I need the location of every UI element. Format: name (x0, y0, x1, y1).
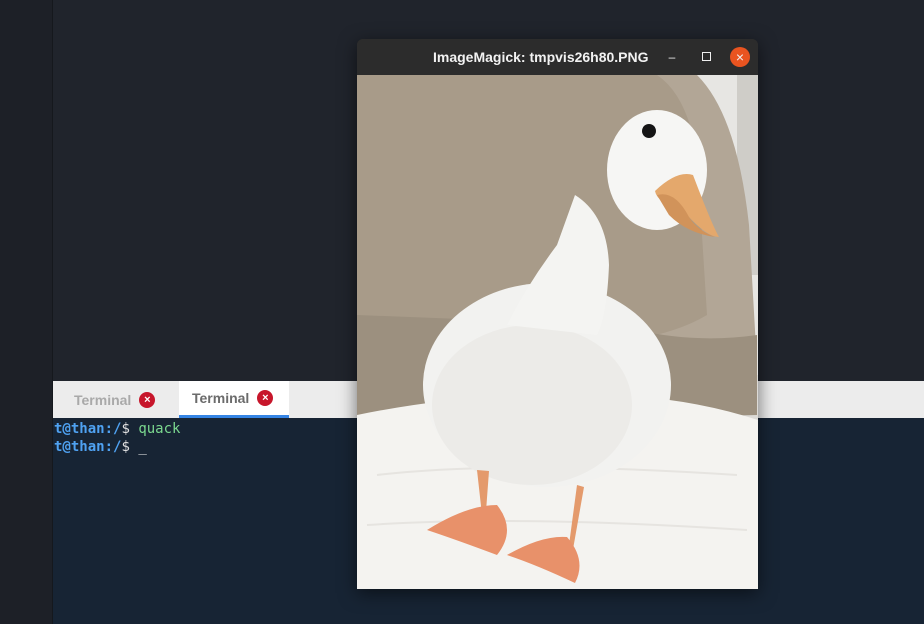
close-icon[interactable]: × (730, 47, 750, 67)
tab-close-icon[interactable]: × (139, 391, 156, 408)
prompt-symbol: $ (121, 421, 130, 437)
imagemagick-window[interactable]: ImageMagick: tmpvis26h80.PNG – × (357, 39, 758, 589)
terminal-line: t@than:/$ quack (54, 420, 180, 438)
maximize-icon[interactable] (697, 48, 715, 66)
terminal-tab-1[interactable]: Terminal × (53, 381, 179, 418)
window-titlebar[interactable]: ImageMagick: tmpvis26h80.PNG – × (357, 39, 758, 75)
command-text: quack (138, 421, 181, 437)
prompt-user: t@than:/ (54, 439, 122, 455)
tab-close-icon[interactable]: × (257, 390, 274, 406)
prompt-symbol: $ (121, 439, 130, 455)
prompt-user: t@than:/ (54, 421, 122, 437)
cursor: _ (138, 439, 147, 455)
window-title: ImageMagick: tmpvis26h80.PNG (433, 49, 649, 65)
side-panel (0, 0, 53, 624)
terminal-tab-2[interactable]: Terminal × (179, 381, 289, 418)
duck-photo (357, 75, 758, 589)
terminal-line: t@than:/$ _ (54, 438, 147, 456)
tab-label: Terminal (74, 391, 132, 408)
minimize-icon[interactable]: – (663, 48, 681, 66)
tab-label: Terminal (192, 390, 250, 406)
